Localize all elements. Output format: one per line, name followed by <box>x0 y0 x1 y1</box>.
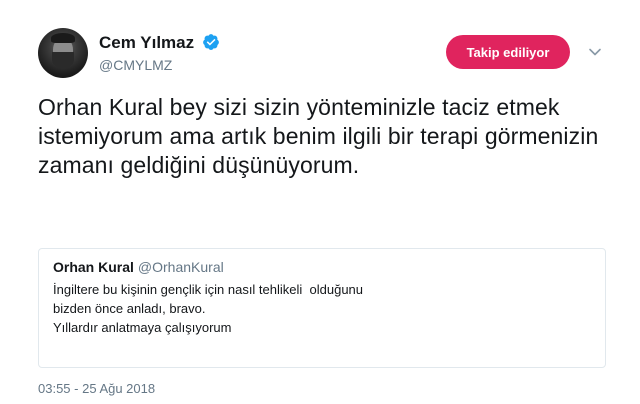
quoted-author-name: Orhan Kural <box>53 259 134 275</box>
following-button[interactable]: Takip ediliyor <box>446 35 570 69</box>
avatar-hair <box>51 33 75 43</box>
quoted-author-handle: @OrhanKural <box>137 259 224 275</box>
tweet-timestamp[interactable]: 03:55 - 25 Ağu 2018 <box>38 381 155 396</box>
tweet-card: Cem Yılmaz @CMYLMZ Takip ediliyor Orhan … <box>0 0 640 404</box>
quoted-tweet-card[interactable]: Orhan Kural @OrhanKural İngiltere bu kişi… <box>38 248 606 368</box>
avatar[interactable] <box>38 28 88 78</box>
quoted-tweet-line: Yıllardır anlatmaya çalışıyorum <box>53 320 232 335</box>
avatar-beard <box>52 52 74 68</box>
quoted-tweet-header: Orhan Kural @OrhanKural <box>53 259 224 275</box>
verified-badge-icon <box>203 34 219 50</box>
tweet-text: Orhan Kural bey sizi sizin yönteminizle … <box>38 94 599 178</box>
author-handle[interactable]: @CMYLMZ <box>99 57 172 73</box>
quoted-tweet-line: İngiltere bu kişinin gençlik için nasıl … <box>53 282 364 297</box>
chevron-down-icon[interactable] <box>588 45 602 59</box>
author-name[interactable]: Cem Yılmaz <box>99 33 194 53</box>
quoted-tweet-text: İngiltere bu kişinin gençlik için nasıl … <box>53 280 593 337</box>
quoted-tweet-line: bizden önce anladı, bravo. <box>53 301 206 316</box>
